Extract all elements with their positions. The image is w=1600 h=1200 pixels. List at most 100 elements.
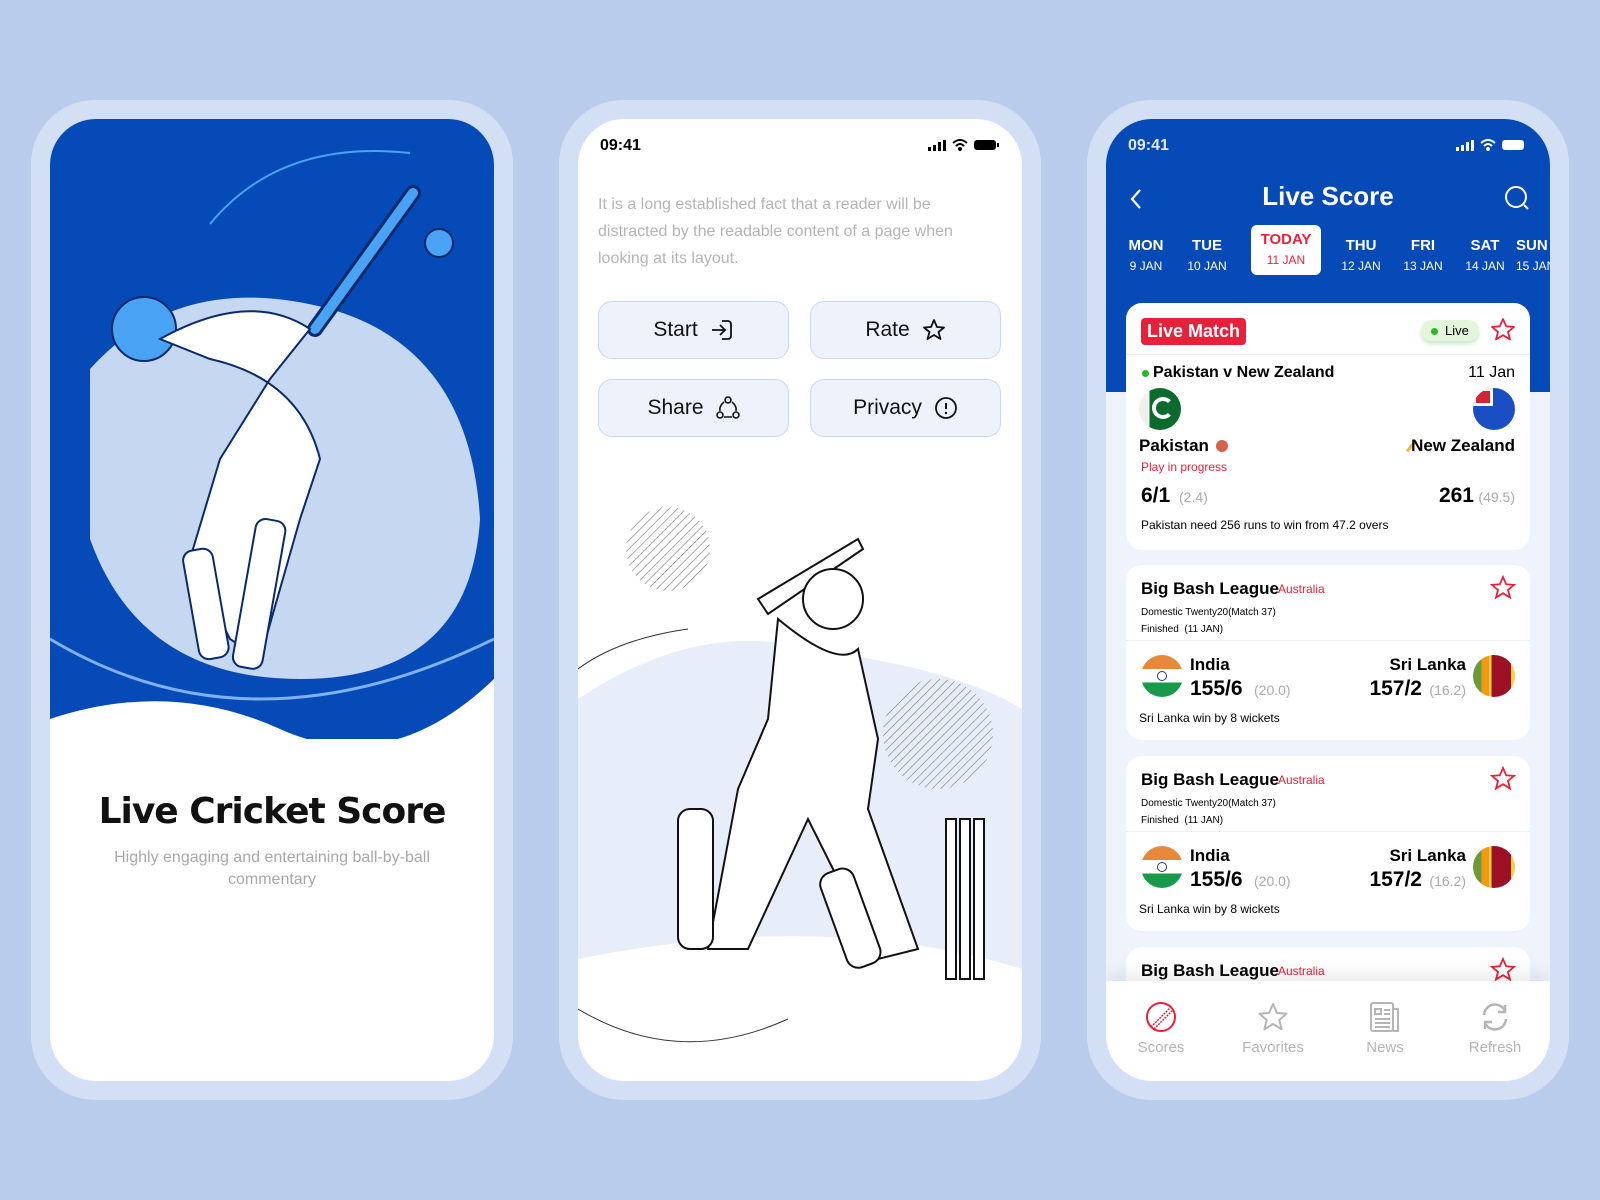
cricket-ball-icon — [1146, 1002, 1176, 1032]
live-match-card[interactable]: Live Match Live Pakistan v New Zealand 1… — [1126, 303, 1530, 550]
favorite-star-icon[interactable] — [1490, 766, 1516, 792]
team1-score: 6/1 — [1141, 484, 1171, 507]
match-result: Sri Lanka win by 8 wickets — [1139, 902, 1280, 916]
team1-overs: (2.4) — [1179, 489, 1208, 505]
match-card[interactable]: Big Bash League Australia Domestic Twent… — [1126, 756, 1530, 931]
team2-score: 157/2 — [1369, 868, 1422, 891]
divider — [1126, 354, 1530, 355]
day-mon[interactable]: MON 9 JAN — [1115, 237, 1177, 273]
sign-in-icon — [711, 320, 732, 340]
share-button[interactable]: Share — [598, 379, 789, 437]
privacy-label: Privacy — [853, 396, 922, 419]
divider — [1126, 831, 1530, 832]
league-country: Australia — [1278, 773, 1325, 787]
sri-lanka-flag — [1473, 846, 1515, 888]
league-country: Australia — [1278, 964, 1325, 978]
match-result: Sri Lanka win by 8 wickets — [1139, 711, 1280, 725]
play-status: Play in progress — [1141, 460, 1228, 474]
team1-name: India — [1190, 655, 1230, 674]
day-thu[interactable]: THU 12 JAN — [1330, 237, 1392, 273]
team2-name: Sri Lanka — [1389, 655, 1466, 674]
batsman-illustration — [50, 119, 494, 759]
league-name: Big Bash League — [1141, 961, 1279, 980]
splash-screen: Live Cricket Score Highly engaging and e… — [50, 119, 494, 1081]
day-sun[interactable]: SUN15 JAN — [1516, 237, 1550, 273]
share-icon — [715, 396, 740, 419]
nav-label: Refresh — [1468, 1039, 1522, 1056]
alert-badge-icon — [935, 397, 957, 419]
nav-favorites[interactable]: Favorites — [1228, 1001, 1318, 1056]
wifi-icon — [1480, 139, 1496, 151]
favorite-star-icon[interactable] — [1490, 317, 1516, 343]
rate-label: Rate — [865, 318, 910, 341]
refresh-icon — [1482, 1003, 1508, 1031]
date-selector: MON 9 JAN TUE 10 JAN TODAY 11 JAN THU 12 JAN… — [1106, 225, 1550, 287]
page-title: Live Score — [1262, 181, 1394, 211]
team2-overs: (16.2) — [1429, 682, 1466, 698]
favorite-star-icon[interactable] — [1490, 957, 1516, 983]
live-score-phone: 09:41 Live Score MON 9 JAN TUE 10 JAN TODA… — [1087, 100, 1569, 1100]
match-type: Domestic Twenty20(Match 37) — [1141, 798, 1276, 809]
live-match-badge: Live Match — [1141, 318, 1247, 345]
favorite-star-icon[interactable] — [1490, 575, 1516, 601]
team1-overs: (20.0) — [1254, 682, 1291, 698]
start-label: Start — [653, 318, 698, 341]
splash-phone: Live Cricket Score Highly engaging and e… — [31, 100, 513, 1100]
match-status: Finished (11 JAN) — [1141, 815, 1224, 826]
status-icons — [928, 139, 1000, 151]
signal-icon — [928, 139, 946, 151]
india-flag — [1141, 846, 1183, 888]
intro-text: It is a long established fact that a rea… — [598, 196, 953, 267]
sri-lanka-flag — [1473, 655, 1515, 697]
privacy-button[interactable]: Privacy — [810, 379, 1001, 437]
nav-label: News — [1366, 1039, 1404, 1056]
live-score-screen: 09:41 Live Score MON 9 JAN TUE 10 JAN TODA… — [1106, 119, 1550, 1081]
day-today[interactable]: TODAY 11 JAN — [1251, 225, 1321, 275]
status-time: 09:41 — [600, 137, 641, 154]
live-status-pill: Live — [1421, 320, 1479, 341]
team2-overs: (49.5) — [1478, 489, 1515, 505]
fixture-date: 11 Jan — [1468, 364, 1515, 381]
team2-score: 261 — [1438, 484, 1474, 507]
cricket-ball-icon — [1216, 440, 1228, 452]
status-time: 09:41 — [1128, 137, 1169, 154]
menu-screen: 09:41 It is a long established fact that… — [578, 119, 1022, 1081]
team2-name: New Zealand — [1411, 436, 1515, 455]
fixture-title: Pakistan v New Zealand — [1153, 364, 1335, 381]
divider — [1126, 640, 1530, 641]
league-name: Big Bash League — [1141, 770, 1279, 789]
india-flag — [1141, 655, 1183, 697]
day-tue[interactable]: TUE 10 JAN — [1176, 237, 1238, 273]
nav-news[interactable]: News — [1340, 1001, 1430, 1056]
nav-refresh[interactable]: Refresh — [1450, 1001, 1540, 1056]
wifi-icon — [952, 139, 968, 151]
team2-score: 157/2 — [1369, 677, 1422, 700]
batsman-line-illustration — [578, 507, 1022, 1043]
live-dot — [1142, 370, 1149, 377]
team1-name: India — [1190, 846, 1230, 865]
battery-icon — [974, 140, 999, 150]
app-title: Live Cricket Score — [98, 791, 447, 832]
nav-label: Favorites — [1242, 1039, 1304, 1056]
team1-score: 155/6 — [1190, 868, 1243, 891]
team2-overs: (16.2) — [1429, 873, 1466, 889]
star-icon — [922, 319, 945, 340]
nav-scores[interactable]: Scores — [1116, 1001, 1206, 1056]
day-sat[interactable]: SAT 14 JAN — [1454, 237, 1516, 273]
match-card[interactable]: Big Bash League Australia Domestic Twent… — [1126, 565, 1530, 740]
rate-button[interactable]: Rate — [810, 301, 1001, 359]
live-dot — [1431, 328, 1438, 335]
day-fri[interactable]: FRI 13 JAN — [1392, 237, 1454, 273]
search-icon[interactable] — [1504, 185, 1530, 211]
bottom-nav: Scores Favorites News Refresh — [1106, 981, 1550, 1081]
start-button[interactable]: Start — [598, 301, 789, 359]
pakistan-flag — [1139, 388, 1181, 430]
league-name: Big Bash League — [1141, 579, 1279, 598]
app-subtitle: Highly engaging and entertaining ball-by… — [114, 849, 430, 888]
newspaper-icon — [1370, 1002, 1399, 1032]
match-status: Finished (11 JAN) — [1141, 624, 1224, 635]
signal-icon — [1456, 139, 1474, 151]
team1-overs: (20.0) — [1254, 873, 1291, 889]
team1-name: Pakistan — [1139, 436, 1209, 455]
share-label: Share — [647, 396, 704, 419]
